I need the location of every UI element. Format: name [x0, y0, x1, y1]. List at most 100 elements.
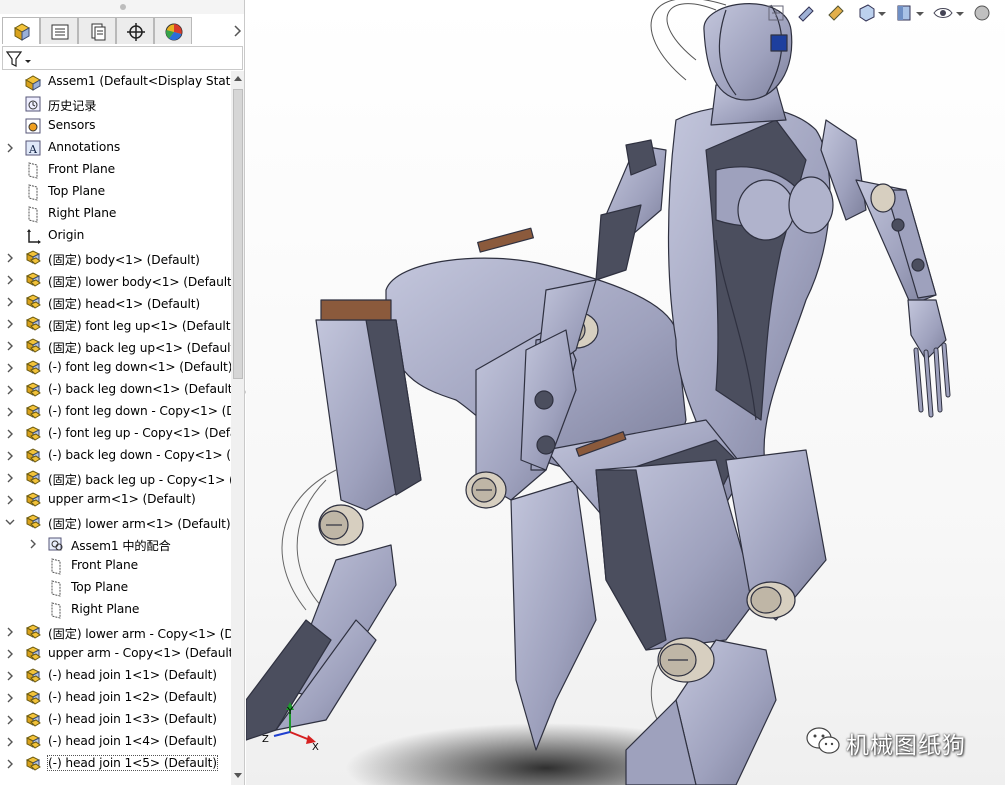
tab-scroll-button[interactable] [230, 17, 244, 44]
chevron-right-icon[interactable] [5, 671, 15, 681]
chevron-right-icon[interactable] [5, 143, 15, 153]
tab-propertymanager[interactable] [40, 17, 78, 44]
chevron-right-icon[interactable] [5, 319, 15, 329]
chevron-right-icon[interactable] [5, 363, 15, 373]
tree-row[interactable]: Right Plane [0, 599, 231, 621]
tab-configurationmanager[interactable] [78, 17, 116, 44]
tree-row[interactable]: Sensors [0, 115, 231, 137]
tree-row[interactable]: Top Plane [0, 181, 231, 203]
part-icon [25, 250, 41, 265]
configuration-manager-icon [91, 23, 106, 41]
tree-row-label: Top Plane [48, 184, 105, 198]
part-icon [25, 382, 41, 397]
part-icon [25, 712, 41, 727]
tree-row[interactable]: (-) font leg down - Copy<1> (D [0, 401, 231, 423]
tree-row-label: Assem1 中的配合 [71, 539, 171, 553]
dropdown-arrow-icon[interactable] [954, 3, 966, 23]
tree-row[interactable]: (-) head join 1<1> (Default) [0, 665, 231, 687]
tab-featuremanager[interactable] [2, 17, 40, 44]
tree-row[interactable]: Right Plane [0, 203, 231, 225]
tree-row[interactable]: upper arm - Copy<1> (Default) [0, 643, 231, 665]
chevron-right-icon[interactable] [5, 649, 15, 659]
chevron-right-icon[interactable] [5, 715, 15, 725]
scroll-thumb[interactable] [233, 89, 243, 379]
chevron-right-icon[interactable] [5, 385, 15, 395]
tree-row[interactable]: Top Plane [0, 577, 231, 599]
tree-row-label: (-) font leg down - Copy<1> (D [48, 404, 231, 418]
tree-row[interactable]: Front Plane [0, 555, 231, 577]
plane-icon [28, 162, 38, 179]
edit-appearance-icon[interactable] [972, 3, 992, 23]
tree-row[interactable]: (-) back leg down<1> (Default) [0, 379, 231, 401]
chevron-right-icon[interactable] [5, 693, 15, 703]
chevron-right-icon[interactable] [5, 627, 15, 637]
tree-row-label: (固定) lower arm - Copy<1> (De [48, 627, 231, 641]
dynamic-annotation-icon[interactable] [826, 3, 846, 23]
part-icon [25, 404, 41, 419]
tree-row-label: upper arm - Copy<1> (Default) [48, 646, 231, 660]
tree-scrollbar[interactable] [231, 71, 244, 785]
centaur-robot-model[interactable] [246, 0, 1005, 785]
scroll-up-icon[interactable] [234, 76, 242, 81]
tree-row[interactable]: (-) head join 1<5> (Default) [0, 753, 231, 775]
display-manager-icon [165, 23, 183, 41]
tree-row-label: Right Plane [71, 602, 140, 616]
panel-grip[interactable] [0, 0, 244, 14]
tree-row[interactable]: (固定) body<1> (Default) [0, 247, 231, 269]
tree-row[interactable]: (固定) head<1> (Default) [0, 291, 231, 313]
tree-row[interactable]: Origin [0, 225, 231, 247]
part-icon [25, 690, 41, 705]
tree-filter-field[interactable] [2, 46, 243, 70]
chevron-right-icon[interactable] [5, 407, 15, 417]
chevron-right-icon[interactable] [5, 737, 15, 747]
feature-tree-icon [13, 23, 31, 41]
section-view-icon[interactable] [796, 3, 816, 23]
part-icon [25, 492, 41, 507]
chevron-right-icon[interactable] [5, 451, 15, 461]
dropdown-arrow-icon[interactable] [914, 3, 926, 23]
chevron-right-icon[interactable] [5, 341, 15, 351]
plane-icon [28, 184, 38, 201]
tree-row[interactable]: (固定) back leg up - Copy<1> ( [0, 467, 231, 489]
tab-dimxpert[interactable] [116, 17, 154, 44]
tree-row[interactable]: (固定) back leg up<1> (Default) [0, 335, 231, 357]
tree-row[interactable]: (固定) lower body<1> (Default) [0, 269, 231, 291]
tree-row[interactable]: 历史记录 [0, 93, 231, 115]
head-sensor [770, 34, 788, 52]
graphics-viewport[interactable]: Z Y X 机械图纸狗 [246, 0, 1005, 785]
tab-display-manager[interactable] [154, 17, 192, 44]
chevron-right-icon[interactable] [5, 429, 15, 439]
tree-row[interactable]: (-) head join 1<4> (Default) [0, 731, 231, 753]
tree-row[interactable]: upper arm<1> (Default) [0, 489, 231, 511]
tree-row[interactable]: (固定) lower arm - Copy<1> (De [0, 621, 231, 643]
tree-row[interactable]: (固定) font leg up<1> (Default) [0, 313, 231, 335]
chevron-down-icon[interactable] [5, 517, 15, 527]
tree-row-label: (固定) body<1> (Default) [48, 253, 200, 267]
chevron-right-icon[interactable] [5, 473, 15, 483]
tree-row[interactable]: (-) head join 1<3> (Default) [0, 709, 231, 731]
chevron-right-icon[interactable] [28, 539, 38, 549]
tree-row[interactable]: (-) head join 1<2> (Default) [0, 687, 231, 709]
chevron-right-icon[interactable] [5, 253, 15, 263]
hide-show-items-icon[interactable] [932, 3, 954, 23]
scroll-down-icon[interactable] [234, 773, 242, 778]
part-icon [25, 624, 41, 639]
view-orientation-icon[interactable] [856, 3, 876, 23]
tree-row[interactable]: Assem1 中的配合 [0, 533, 231, 555]
zoom-to-fit-icon[interactable] [766, 3, 786, 23]
part-icon [25, 338, 41, 353]
tree-row[interactable]: Assem1 (Default<Display State-1>) [0, 71, 231, 93]
tree-row[interactable]: (-) back leg down - Copy<1> (I [0, 445, 231, 467]
tree-row[interactable]: A Annotations [0, 137, 231, 159]
part-icon [25, 756, 41, 771]
tree-row[interactable]: Front Plane [0, 159, 231, 181]
dropdown-arrow-icon[interactable] [876, 3, 888, 23]
chevron-right-icon[interactable] [5, 495, 15, 505]
chevron-right-icon[interactable] [5, 759, 15, 769]
chevron-right-icon[interactable] [5, 297, 15, 307]
tree-row[interactable]: (-) font leg up - Copy<1> (Defa [0, 423, 231, 445]
display-style-icon[interactable] [894, 3, 914, 23]
tree-row[interactable]: (-) font leg down<1> (Default) [0, 357, 231, 379]
chevron-right-icon[interactable] [5, 275, 15, 285]
tree-row[interactable]: (固定) lower arm<1> (Default) [0, 511, 231, 533]
